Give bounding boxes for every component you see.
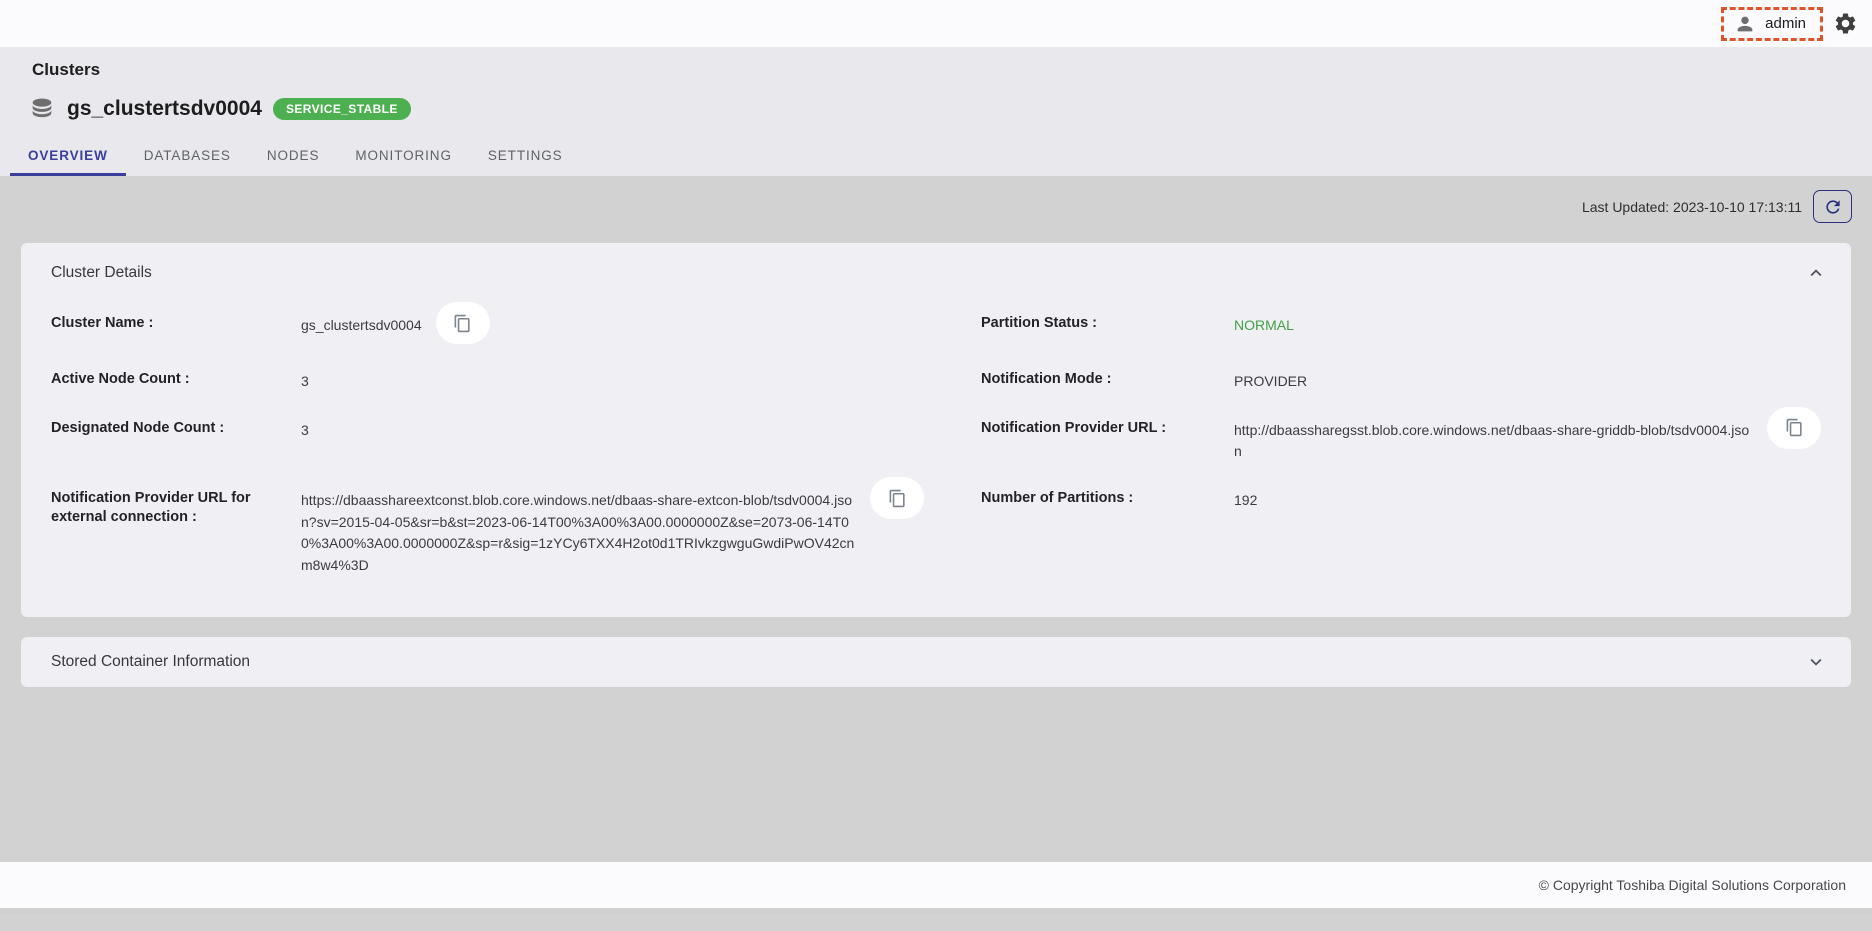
field-row: Cluster Name :gs_clustertsdv0004 Partiti… [51,314,1821,344]
field-label: Notification Provider URL : [981,419,1234,438]
toolbar: Last Updated: 2023-10-10 17:13:11 [0,176,1872,223]
status-badge: SERVICE_STABLE [273,98,411,120]
field-label: Notification Mode : [981,370,1234,389]
copyright-text: © Copyright Toshiba Digital Solutions Co… [1539,877,1846,893]
tab-settings[interactable]: SETTINGS [470,138,581,176]
field-label: Designated Node Count : [51,419,301,438]
field-label: Active Node Count : [51,370,301,389]
footer: © Copyright Toshiba Digital Solutions Co… [0,862,1872,908]
field-value-wrap: http://dbaassharegsst.blob.core.windows.… [1234,419,1821,463]
field-label: Partition Status : [981,314,1234,333]
chevron-down-icon [1805,651,1827,673]
field-value-wrap: gs_clustertsdv0004 [301,314,981,344]
expand-panel-button[interactable] [1805,651,1827,673]
last-updated-text: Last Updated: 2023-10-10 17:13:11 [1582,199,1802,215]
field-value-wrap: 192 [1234,489,1821,512]
field-value: https://dbaasshareextconst.blob.core.win… [301,489,856,577]
cluster-title-row: gs_clustertsdv0004 SERVICE_STABLE [28,95,1872,123]
tab-monitoring[interactable]: MONITORING [337,138,470,176]
admin-username: admin [1765,15,1806,32]
cluster-details-fields: Cluster Name :gs_clustertsdv0004 Partiti… [21,284,1851,617]
breadcrumb: Clusters [32,60,1872,80]
database-icon [28,95,56,123]
field-value-wrap: PROVIDER [1234,370,1821,393]
stored-container-header[interactable]: Stored Container Information [21,637,1851,687]
cluster-details-header: Cluster Details [21,243,1851,284]
field-label: Number of Partitions : [981,489,1234,508]
refresh-button[interactable] [1813,190,1852,223]
copy-icon [888,489,907,508]
copy-icon [1785,418,1804,437]
admin-user-button[interactable]: admin [1721,7,1823,41]
field-value: http://dbaassharegsst.blob.core.windows.… [1234,419,1753,463]
bottom-strip [0,908,1872,914]
field-value: 3 [301,419,309,442]
tab-databases[interactable]: DATABASES [126,138,249,176]
field-value: NORMAL [1234,314,1294,337]
field-value-wrap: 3 [301,419,981,442]
top-bar: admin [0,0,1872,47]
copy-button[interactable] [870,477,924,519]
copy-icon [453,314,472,333]
field-value: PROVIDER [1234,370,1307,393]
collapse-panel-button[interactable] [1805,262,1827,284]
tab-nodes[interactable]: NODES [249,138,338,176]
page-header: Clusters gs_clustertsdv0004 SERVICE_STAB… [0,47,1872,176]
tab-overview[interactable]: OVERVIEW [10,138,126,176]
field-row: Active Node Count :3 Notification Mode :P… [51,370,1821,393]
refresh-icon [1823,197,1843,217]
field-value: 3 [301,370,309,393]
cluster-details-title: Cluster Details [51,264,152,282]
person-icon [1734,13,1756,35]
copy-button[interactable] [436,302,490,344]
main-content: Last Updated: 2023-10-10 17:13:11 Cluste… [0,176,1872,862]
field-row: Designated Node Count :3 Notification Pro… [51,419,1821,463]
copy-button[interactable] [1767,407,1821,449]
field-value-wrap: NORMAL [1234,314,1821,337]
tab-bar: OVERVIEWDATABASESNODESMONITORINGSETTINGS [0,138,1872,176]
cluster-details-panel: Cluster Details Cluster Name :gs_cluster… [21,243,1851,617]
field-label: Cluster Name : [51,314,301,333]
settings-gear-button[interactable] [1833,11,1858,36]
field-row: Notification Provider URL for external c… [51,489,1821,577]
stored-container-title: Stored Container Information [51,653,250,671]
gear-icon [1833,11,1858,36]
field-value-wrap: https://dbaasshareextconst.blob.core.win… [301,489,981,577]
field-value: gs_clustertsdv0004 [301,314,422,337]
field-value: 192 [1234,489,1257,512]
field-value-wrap: 3 [301,370,981,393]
chevron-up-icon [1805,262,1827,284]
cluster-name: gs_clustertsdv0004 [67,97,262,121]
field-label: Notification Provider URL for external c… [51,489,301,527]
stored-container-panel: Stored Container Information [21,637,1851,687]
